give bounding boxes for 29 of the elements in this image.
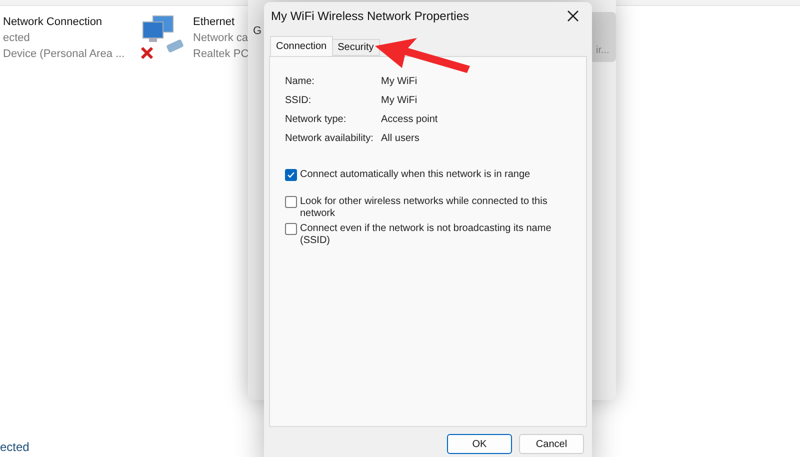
field-label: Network type:	[285, 113, 348, 126]
field-label: Name:	[285, 75, 316, 88]
dialog-button[interactable]: Cancel	[519, 434, 584, 454]
field-value: Access point	[381, 113, 438, 126]
checkbox[interactable]	[285, 169, 297, 181]
checkbox[interactable]	[285, 223, 297, 235]
adapter-device: Realtek PC	[193, 47, 249, 62]
adapter-device: Device (Personal Area ...	[3, 47, 125, 62]
adapter-status: Network ca	[193, 31, 249, 46]
option-checkbox[interactable]: Connect automatically when this network is in range	[285, 169, 570, 181]
close-icon	[567, 10, 579, 22]
status-bar-text: ected	[0, 439, 30, 456]
adapter-name: Network Connection	[3, 15, 104, 30]
field-label: SSID:	[285, 94, 312, 107]
dialog-button[interactable]: OK	[447, 434, 512, 454]
field-value: My WiFi	[381, 75, 418, 88]
field-value: My WiFi	[381, 94, 418, 107]
adapter-status: ected	[3, 31, 31, 46]
window-title: My WiFi Wireless Network Properties	[271, 8, 470, 25]
checkbox[interactable]	[285, 196, 297, 208]
tab[interactable]: Connection	[270, 36, 333, 56]
tab[interactable]: Security	[332, 39, 380, 56]
check-icon	[287, 171, 295, 179]
field-value: All users	[381, 132, 420, 145]
adapter-name: Ethernet	[193, 15, 236, 30]
option-label: Connect automatically when this network is in range	[300, 169, 530, 181]
button-label: ir...	[595, 44, 610, 58]
field-label: Network availability:	[285, 132, 374, 145]
tab-label: G	[253, 24, 262, 39]
